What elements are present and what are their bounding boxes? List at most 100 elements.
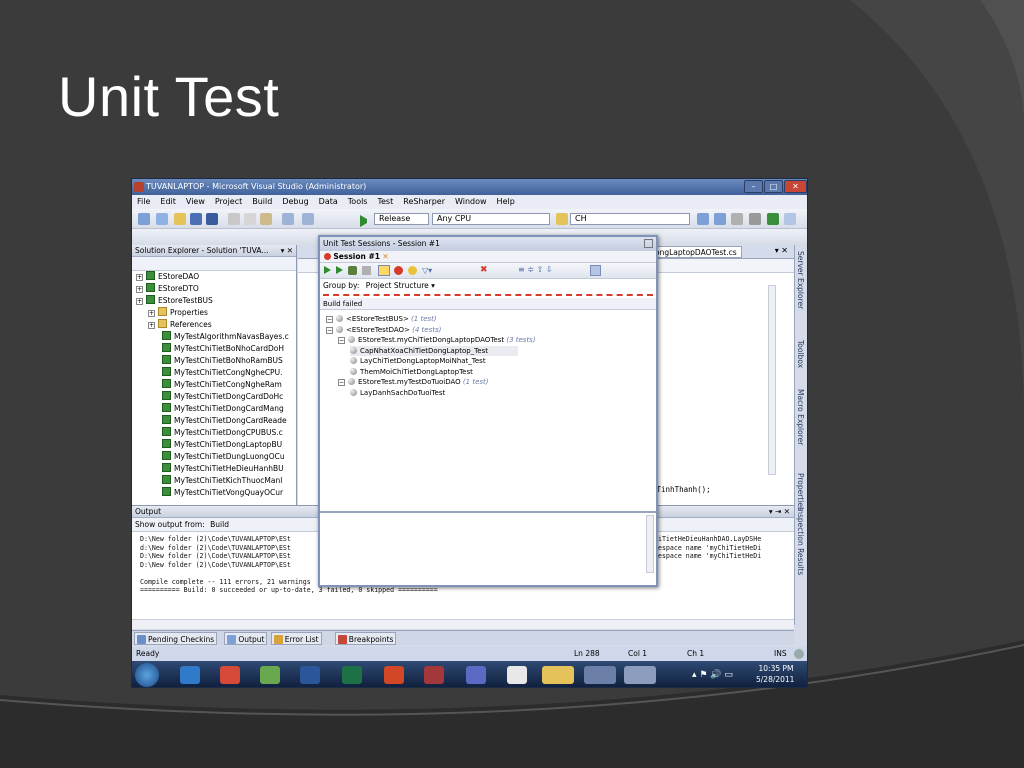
cut-icon[interactable] — [228, 213, 240, 225]
layout-icon[interactable] — [590, 265, 601, 276]
expand-icon[interactable]: + — [136, 286, 143, 293]
maximize-button[interactable]: □ — [764, 180, 783, 193]
solution-file[interactable]: MyTestChiTietDungLuongOCu — [162, 451, 285, 463]
stop-icon[interactable] — [362, 266, 371, 275]
minimize-button[interactable]: – — [744, 180, 763, 193]
solution-platform-select[interactable]: Any CPU — [432, 213, 550, 225]
navigation-icons[interactable]: ≡ ≑ ⇧ ⇩ — [518, 265, 552, 275]
solution-file[interactable]: MyTestChiTietBoNhoRamBUS — [162, 355, 283, 367]
menu-tools[interactable]: Tools — [343, 195, 373, 209]
solution-project[interactable]: + EStoreTestBUS — [136, 295, 213, 307]
bottom-tab-error-list[interactable]: Error List — [270, 632, 322, 645]
collapse-icon[interactable]: − — [326, 316, 333, 323]
collapse-icon[interactable]: − — [338, 337, 345, 344]
tools-icon[interactable] — [749, 213, 761, 225]
active-window-icon[interactable] — [624, 666, 656, 684]
solution-file[interactable]: MyTestChiTietCongNgheCPU. — [162, 367, 282, 379]
show-failed-icon[interactable] — [394, 266, 403, 275]
start-button-icon[interactable] — [135, 663, 159, 687]
menu-file[interactable]: File — [132, 195, 155, 209]
solution-file[interactable]: MyTestChiTietVongQuayOCur — [162, 487, 283, 499]
find-combo[interactable]: CH — [570, 213, 690, 225]
start-page-icon[interactable] — [767, 213, 779, 225]
solution-project[interactable]: + EStoreDAO — [136, 271, 199, 283]
run-icon[interactable] — [336, 266, 343, 274]
excel-icon[interactable] — [342, 666, 362, 684]
remote-desktop-icon[interactable] — [220, 666, 240, 684]
tray-icons[interactable]: ▴ ⚑ 🔊 ▭ — [692, 670, 733, 680]
tray-time[interactable]: 10:35 PM — [758, 664, 794, 673]
menu-window[interactable]: Window — [450, 195, 492, 209]
test-node[interactable]: LayDanhSachDoTuoiTest — [350, 388, 445, 398]
rail-inspection-results[interactable]: Inspection Results — [796, 507, 805, 575]
show-ignored-icon[interactable] — [408, 266, 417, 275]
tray-date[interactable]: 5/28/2011 — [756, 675, 794, 684]
menu-project[interactable]: Project — [210, 195, 247, 209]
save-icon[interactable] — [190, 213, 202, 225]
editor-scrollbar[interactable] — [768, 285, 776, 475]
solution-file[interactable]: MyTestChiTietHeDieuHanhBU — [162, 463, 284, 475]
group-by-select[interactable]: Project Structure ▾ — [366, 279, 476, 293]
menu-data[interactable]: Data — [314, 195, 343, 209]
editor-tab[interactable]: ongLaptopDAOTest.cs — [650, 246, 742, 258]
bottom-tab-breakpoints[interactable]: Breakpoints — [334, 632, 397, 645]
notepad-icon[interactable] — [260, 666, 280, 684]
start-debugging-icon[interactable] — [360, 215, 368, 227]
rail-properties[interactable]: Properties — [796, 473, 805, 511]
properties-icon[interactable] — [714, 213, 726, 225]
expand-icon[interactable]: + — [148, 310, 155, 317]
expand-icon[interactable]: + — [148, 322, 155, 329]
solution-file[interactable]: MyTestChiTietKichThuocManl — [162, 475, 282, 487]
menu-view[interactable]: View — [181, 195, 210, 209]
menu-edit[interactable]: Edit — [155, 195, 181, 209]
run-all-icon[interactable] — [324, 266, 331, 274]
test-node[interactable]: − EStoreTest.myTestDoTuoiDAO (1 test) — [338, 377, 489, 387]
editor-close-icon[interactable]: ▾ ✕ — [775, 246, 788, 255]
session-detail-scrollbar[interactable] — [646, 515, 654, 573]
solution-file[interactable]: MyTestChiTietDongCPUBUS.c — [162, 427, 283, 439]
menu-test[interactable]: Test — [372, 195, 398, 209]
bottom-tab-output[interactable]: Output — [224, 632, 268, 645]
collapse-icon[interactable]: − — [326, 326, 333, 334]
word-icon[interactable] — [300, 666, 320, 684]
save-all-icon[interactable] — [206, 213, 218, 225]
solution-file[interactable]: MyTestChiTietDongCardDoHc — [162, 391, 283, 403]
test-node[interactable]: ThemMoiChiTietDongLaptopTest — [350, 367, 473, 377]
access-icon[interactable] — [424, 666, 444, 684]
session-tab-close-icon[interactable]: ✕ — [382, 252, 388, 261]
session-tab-label[interactable]: Session #1 — [333, 252, 380, 261]
solution-explorer-icon[interactable] — [697, 213, 709, 225]
rail-server-explorer[interactable]: Server Explorer — [796, 251, 805, 309]
output-source-select[interactable]: Build — [210, 518, 280, 532]
open-folder-icon[interactable] — [174, 213, 186, 225]
add-item-icon[interactable] — [156, 213, 168, 225]
close-button[interactable]: ✕ — [784, 180, 807, 193]
session-splitter[interactable] — [320, 511, 656, 513]
test-node[interactable]: LayChiTietDongLaptopMoiNhat_Test — [350, 356, 486, 366]
expand-icon[interactable]: + — [136, 298, 143, 305]
paint-icon[interactable] — [507, 666, 527, 684]
solution-project[interactable]: + EStoreDTO — [136, 283, 199, 295]
solution-configuration-select[interactable]: Release — [374, 213, 429, 225]
visual-studio-taskbar-icon[interactable] — [584, 666, 616, 684]
solution-file[interactable]: MyTestChiTietBoNhoCardDoH — [162, 343, 284, 355]
debug-icon[interactable] — [348, 266, 357, 275]
solution-file[interactable]: MyTestAlgorithmNavasBayes.c — [162, 331, 289, 343]
session-window-maximize-icon[interactable] — [644, 239, 653, 248]
solution-folder[interactable]: + References — [148, 319, 212, 331]
paste-icon[interactable] — [260, 213, 272, 225]
rail-toolbox[interactable]: Toolbox — [796, 340, 805, 368]
undo-icon[interactable] — [282, 213, 294, 225]
remove-icon[interactable]: ✖ — [480, 265, 488, 275]
redo-icon[interactable] — [302, 213, 314, 225]
solution-file[interactable]: MyTestChiTietDongCardReade — [162, 415, 287, 427]
filter-icon[interactable]: ▽▾ — [422, 266, 432, 275]
copy-icon[interactable] — [244, 213, 256, 225]
bottom-tab-pending-checkins[interactable]: Pending Checkins — [134, 632, 218, 645]
collapse-icon[interactable]: − — [338, 379, 345, 386]
test-node[interactable]: − <EStoreTestBUS> (1 test) — [326, 314, 437, 324]
powerpoint-icon[interactable] — [384, 666, 404, 684]
menu-build[interactable]: Build — [247, 195, 277, 209]
new-project-icon[interactable] — [138, 213, 150, 225]
find-in-files-icon[interactable] — [556, 213, 568, 225]
